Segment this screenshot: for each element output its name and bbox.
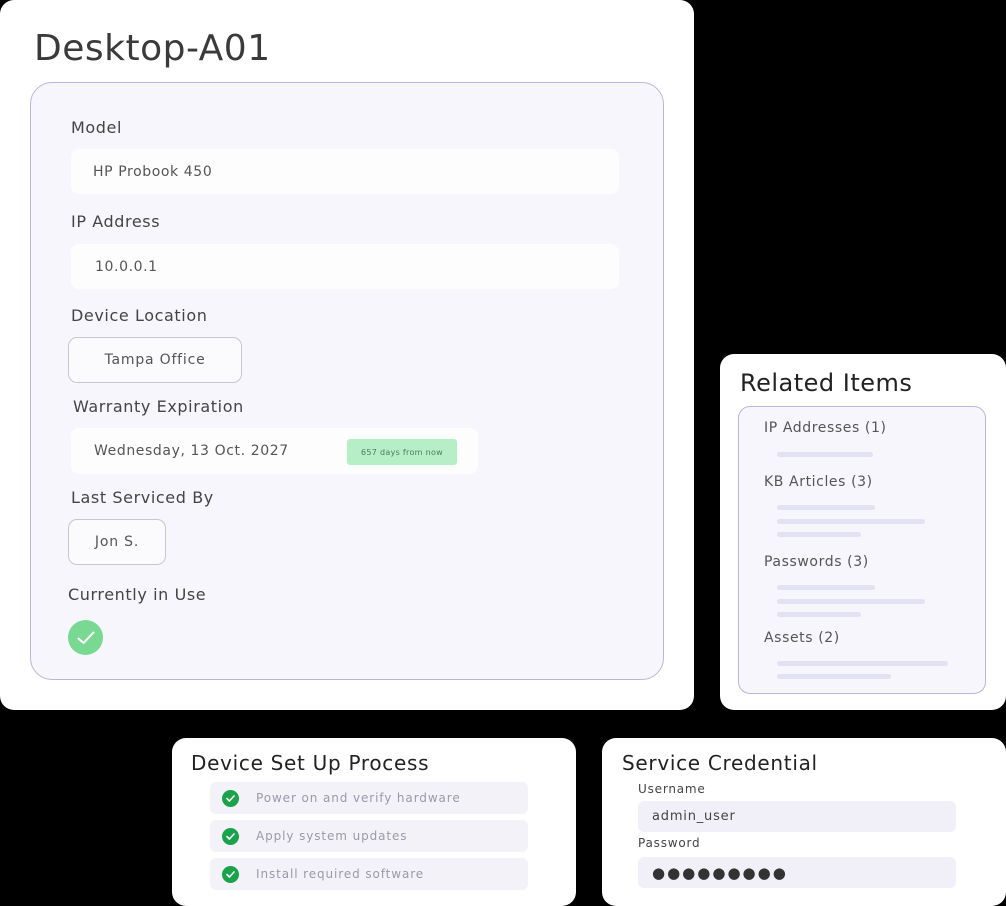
- setup-step[interactable]: Apply system updates: [210, 820, 528, 852]
- password-field[interactable]: ●●●●●●●●●: [638, 857, 956, 888]
- placeholder-line: [777, 661, 948, 666]
- related-items-title: Related Items: [740, 369, 913, 397]
- placeholder-line: [777, 585, 875, 590]
- page-title: Desktop-A01: [34, 28, 271, 69]
- check-circle-icon: [222, 865, 239, 883]
- placeholder-line: [777, 519, 925, 524]
- model-field[interactable]: HP Probook 450: [71, 149, 619, 194]
- username-field[interactable]: admin_user: [638, 801, 956, 832]
- device-card: Desktop-A01 Model HP Probook 450 IP Addr…: [0, 0, 694, 710]
- setup-step[interactable]: Power on and verify hardware: [210, 782, 528, 814]
- service-credential-title: Service Credential: [622, 751, 818, 775]
- model-label: Model: [71, 118, 123, 137]
- check-circle-icon: [222, 789, 239, 807]
- setup-process-title: Device Set Up Process: [191, 751, 430, 775]
- warranty-date: Wednesday, 13 Oct. 2027: [94, 443, 289, 459]
- placeholder-line: [777, 612, 861, 617]
- related-items-card: Related Items IP Addresses (1) KB Articl…: [720, 354, 1006, 710]
- ip-address-label: IP Address: [71, 212, 161, 231]
- password-label: Password: [638, 836, 701, 850]
- setup-step-label: Apply system updates: [256, 829, 408, 843]
- check-icon: [77, 631, 94, 644]
- related-item-passwords[interactable]: Passwords (3): [764, 554, 869, 570]
- setup-step-label: Power on and verify hardware: [256, 791, 461, 805]
- placeholder-line: [777, 674, 891, 679]
- setup-step[interactable]: Install required software: [210, 858, 528, 890]
- device-details-panel: Model HP Probook 450 IP Address 10.0.0.1…: [30, 82, 664, 680]
- ip-address-field[interactable]: 10.0.0.1: [71, 244, 619, 289]
- service-credential-card: Service Credential Username admin_user P…: [602, 738, 1006, 906]
- in-use-label: Currently in Use: [68, 585, 207, 604]
- placeholder-line: [777, 505, 875, 510]
- related-items-panel: IP Addresses (1) KB Articles (3) Passwor…: [738, 406, 986, 694]
- last-serviced-chip[interactable]: Jon S.: [68, 519, 166, 565]
- warranty-label: Warranty Expiration: [73, 397, 244, 416]
- related-item-kb-articles[interactable]: KB Articles (3): [764, 474, 873, 490]
- placeholder-line: [777, 532, 861, 537]
- warranty-days-badge: 657 days from now: [347, 439, 457, 465]
- related-item-ip-addresses[interactable]: IP Addresses (1): [764, 420, 887, 436]
- related-item-assets[interactable]: Assets (2): [764, 630, 840, 646]
- device-location-chip[interactable]: Tampa Office: [68, 337, 242, 383]
- placeholder-line: [777, 452, 873, 457]
- username-label: Username: [638, 782, 706, 796]
- setup-process-card: Device Set Up Process Power on and verif…: [172, 738, 576, 906]
- in-use-toggle[interactable]: [68, 620, 103, 655]
- check-circle-icon: [222, 827, 239, 845]
- device-location-label: Device Location: [71, 306, 208, 325]
- setup-step-label: Install required software: [256, 867, 425, 881]
- last-serviced-label: Last Serviced By: [71, 488, 214, 507]
- placeholder-line: [777, 599, 925, 604]
